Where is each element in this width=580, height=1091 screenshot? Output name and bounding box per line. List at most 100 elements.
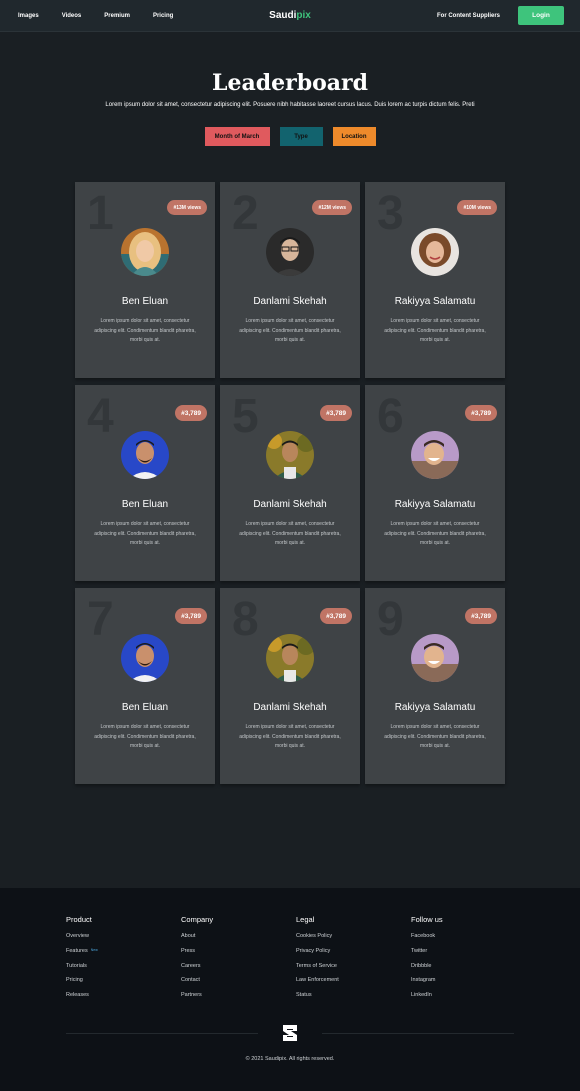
new-tag: New <box>90 947 98 952</box>
page-subtitle: Lorem ipsum dolor sit amet, consectetur … <box>105 102 475 108</box>
footer-heading: Follow us <box>411 915 443 924</box>
leaderboard-card[interactable]: 7 #3,789 Ben Eluan Lorem ipsum dolor sit… <box>75 588 215 784</box>
footer-link-careers[interactable]: Careers <box>181 963 213 978</box>
footer-link-cookies[interactable]: Cookies Policy <box>296 933 339 948</box>
person-name: Danlami Skehah <box>253 499 327 510</box>
footer-col-product: Product Overview Features New Tutorials P… <box>66 915 98 1007</box>
footer-link-linkedin[interactable]: LinkedIn <box>411 992 443 1007</box>
rank-number: 7 <box>87 593 114 646</box>
footer-link-overview[interactable]: Overview <box>66 933 98 948</box>
score-badge: #3,789 <box>175 608 207 624</box>
person-name: Rakiyya Salamatu <box>394 499 476 510</box>
leaderboard-card[interactable]: 2 #12M views Danlami Skehah Lorem ipsum … <box>220 182 360 378</box>
person-name: Ben Eluan <box>121 296 169 307</box>
footer-link-about[interactable]: About <box>181 933 213 948</box>
footer-col-company: Company About Press Careers Contact Part… <box>181 915 213 1007</box>
footer-link-status[interactable]: Status <box>296 992 339 1007</box>
person-description: Lorem ipsum dolor sit amet, consectetur … <box>239 318 341 343</box>
footer-link-partners[interactable]: Partners <box>181 992 213 1007</box>
person-description: Lorem ipsum dolor sit amet, consectetur … <box>239 724 341 749</box>
filter-type-button[interactable]: Type <box>279 127 323 146</box>
views-badge: #13M views <box>167 200 207 215</box>
person-name: Danlami Skehah <box>253 296 327 307</box>
person-description: Lorem ipsum dolor sit amet, consectetur … <box>384 318 486 343</box>
person-description: Lorem ipsum dolor sit amet, consectetur … <box>94 724 196 749</box>
footer-link-facebook[interactable]: Facebook <box>411 933 443 948</box>
footer-col-follow: Follow us Facebook Twitter Dribbble Inst… <box>411 915 443 1007</box>
footer-link-law[interactable]: Law Enforcement <box>296 977 339 992</box>
score-badge: #3,789 <box>320 608 352 624</box>
footer-link-instagram[interactable]: Instagram <box>411 977 443 992</box>
leaderboard-card[interactable]: 9 #3,789 Rakiyya Salamatu Lorem ipsum do… <box>365 588 505 784</box>
leaderboard-card[interactable]: 3 #10M views Rakiyya Salamatu Lorem ipsu… <box>365 182 505 378</box>
footer-link-releases[interactable]: Releases <box>66 992 98 1007</box>
footer-link-privacy[interactable]: Privacy Policy <box>296 948 339 963</box>
avatar-man-glasses[interactable] <box>266 228 314 276</box>
content-suppliers-link[interactable]: For Content Suppliers <box>437 13 500 19</box>
footer-link-features[interactable]: Features <box>66 948 88 954</box>
person-name: Danlami Skehah <box>253 702 327 713</box>
rank-number: 1 <box>87 187 114 240</box>
page-title: Leaderboard <box>212 70 368 96</box>
top-navbar: Images Videos Premium Pricing Saudipix F… <box>0 0 580 32</box>
avatar-man-autumn[interactable] <box>266 634 314 682</box>
filter-location-button[interactable]: Location <box>332 127 376 146</box>
footer-link-contact[interactable]: Contact <box>181 977 213 992</box>
footer-col-legal: Legal Cookies Policy Privacy Policy Term… <box>296 915 339 1007</box>
score-badge: #3,789 <box>175 405 207 421</box>
avatar-man-smile[interactable] <box>411 431 459 479</box>
rank-number: 6 <box>377 390 404 443</box>
avatar-woman-blonde[interactable] <box>121 228 169 276</box>
filter-month-button[interactable]: Month of March <box>204 127 270 146</box>
footer-divider-right <box>322 1033 514 1034</box>
copyright-text: © 2021 Saudipix. All rights reserved. <box>245 1056 335 1062</box>
footer-logo-icon[interactable] <box>280 1023 300 1043</box>
person-description: Lorem ipsum dolor sit amet, consectetur … <box>94 318 196 343</box>
rank-number: 4 <box>87 390 114 443</box>
rank-number: 2 <box>232 187 259 240</box>
footer-link-tutorials[interactable]: Tutorials <box>66 963 98 978</box>
avatar-man-blue[interactable] <box>121 634 169 682</box>
footer-heading: Company <box>181 915 214 924</box>
login-button[interactable]: Login <box>518 6 564 25</box>
person-description: Lorem ipsum dolor sit amet, consectetur … <box>94 521 196 546</box>
rank-number: 8 <box>232 593 259 646</box>
score-badge: #3,789 <box>465 608 497 624</box>
footer-divider-left <box>66 1033 258 1034</box>
brand-main: Saudi <box>269 10 297 21</box>
person-description: Lorem ipsum dolor sit amet, consectetur … <box>239 521 341 546</box>
footer-heading: Legal <box>296 915 315 924</box>
rank-number: 9 <box>377 593 404 646</box>
person-name: Rakiyya Salamatu <box>394 702 476 713</box>
score-badge: #3,789 <box>320 405 352 421</box>
person-name: Ben Eluan <box>121 702 169 713</box>
rank-number: 5 <box>232 390 259 443</box>
footer-heading: Product <box>66 915 92 924</box>
avatar-man-smile[interactable] <box>411 634 459 682</box>
leaderboard-grid: 1 #13M views Ben Eluan Lorem ipsum dolor… <box>75 182 505 784</box>
avatar-man-blue[interactable] <box>121 431 169 479</box>
leaderboard-card[interactable]: 8 #3,789 Danlami Skehah Lorem ipsum dolo… <box>220 588 360 784</box>
leaderboard-card[interactable]: 5 #3,789 Danlami Skehah Lorem ipsum dolo… <box>220 385 360 581</box>
footer-link-press[interactable]: Press <box>181 948 213 963</box>
footer: Product Overview Features New Tutorials P… <box>0 888 580 1091</box>
footer-link-twitter[interactable]: Twitter <box>411 948 443 963</box>
person-name: Ben Eluan <box>121 499 169 510</box>
leaderboard-card[interactable]: 4 #3,789 Ben Eluan Lorem ipsum dolor sit… <box>75 385 215 581</box>
score-badge: #3,789 <box>465 405 497 421</box>
views-badge: #12M views <box>312 200 352 215</box>
footer-link-terms[interactable]: Terms of Service <box>296 963 339 978</box>
footer-link-features-row[interactable]: Features New <box>66 948 98 963</box>
leaderboard-card[interactable]: 6 #3,789 Rakiyya Salamatu Lorem ipsum do… <box>365 385 505 581</box>
person-description: Lorem ipsum dolor sit amet, consectetur … <box>384 724 486 749</box>
avatar-woman-curly[interactable] <box>411 228 459 276</box>
views-badge: #10M views <box>457 200 497 215</box>
brand-accent: pix <box>296 10 311 21</box>
avatar-man-autumn[interactable] <box>266 431 314 479</box>
rank-number: 3 <box>377 187 404 240</box>
person-name: Rakiyya Salamatu <box>394 296 476 307</box>
footer-link-pricing[interactable]: Pricing <box>66 977 98 992</box>
leaderboard-card[interactable]: 1 #13M views Ben Eluan Lorem ipsum dolor… <box>75 182 215 378</box>
footer-link-dribbble[interactable]: Dribbble <box>411 963 443 978</box>
person-description: Lorem ipsum dolor sit amet, consectetur … <box>384 521 486 546</box>
